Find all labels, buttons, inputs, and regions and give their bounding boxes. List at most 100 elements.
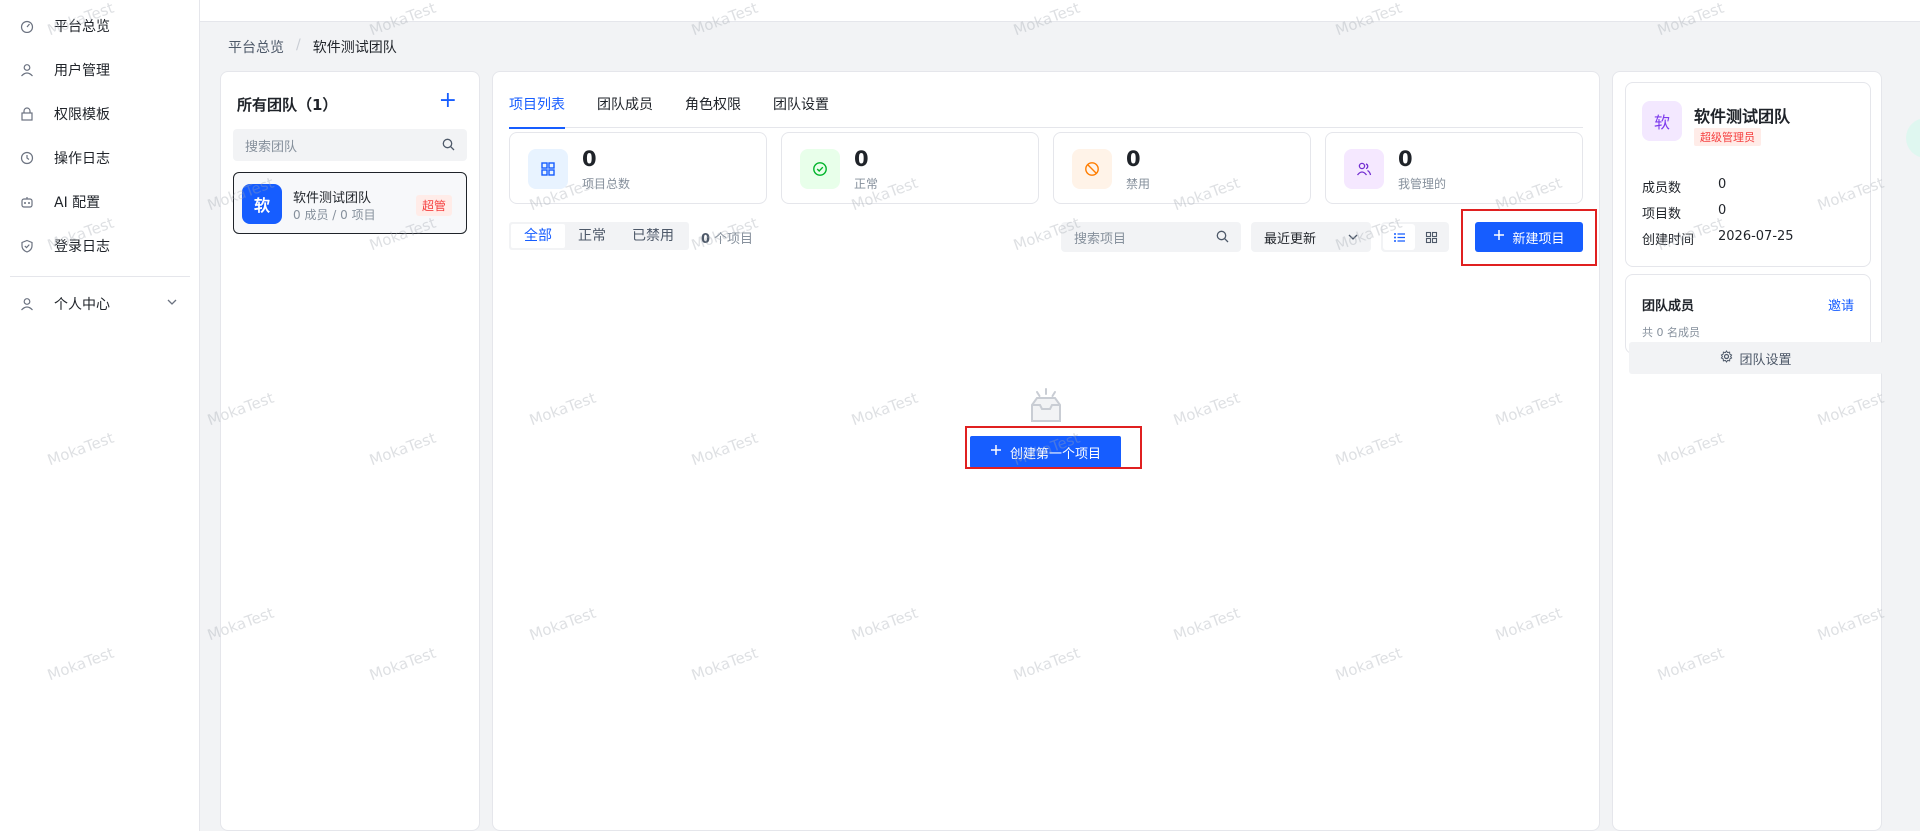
project-search-placeholder: 搜索项目 bbox=[1074, 231, 1127, 247]
search-icon bbox=[1216, 230, 1229, 247]
tab-role-permissions[interactable]: 角色权限 bbox=[685, 72, 741, 128]
sidebar-item-label: 平台总览 bbox=[54, 19, 110, 35]
stat-card-normal: 0 正常 bbox=[781, 132, 1039, 204]
history-icon bbox=[20, 151, 34, 165]
breadcrumb-current: 软件测试团队 bbox=[312, 40, 397, 56]
filter-disabled[interactable]: 已禁用 bbox=[619, 224, 687, 248]
team-info-panel: 软 软件测试团队 超级管理员 成员数 0 项目数 0 创建时间 2026-07-… bbox=[1612, 71, 1883, 831]
sidebar-item-label: 登录日志 bbox=[54, 239, 110, 255]
stat-card-managed: 0 我管理的 bbox=[1325, 132, 1583, 204]
invite-link[interactable]: 邀请 bbox=[1828, 295, 1854, 314]
grid-view-icon[interactable] bbox=[1415, 224, 1447, 250]
sidebar-item-label: 个人中心 bbox=[54, 297, 110, 313]
sort-select[interactable]: 最近更新 bbox=[1251, 222, 1371, 252]
tab-team-settings[interactable]: 团队设置 bbox=[773, 72, 829, 128]
project-count-unit: 个项目 bbox=[714, 232, 754, 247]
breadcrumb: 平台总览 / 软件测试团队 bbox=[228, 37, 397, 57]
field-value: 0 bbox=[1718, 177, 1727, 192]
teams-title: 所有团队（1） bbox=[237, 96, 338, 114]
field-value: 2026-07-25 bbox=[1718, 229, 1794, 244]
search-icon bbox=[442, 138, 455, 155]
team-list-item[interactable]: 软 软件测试团队 0 成员 / 0 项目 超管 bbox=[233, 172, 467, 234]
stat-label: 项目总数 bbox=[582, 177, 631, 191]
sidebar-item-permission-templates[interactable]: 权限模板 bbox=[0, 96, 200, 132]
role-badge: 超级管理员 bbox=[1694, 128, 1761, 146]
project-count: 0 个项目 bbox=[701, 228, 753, 247]
stat-value: 0 bbox=[854, 147, 869, 171]
robot-icon bbox=[20, 195, 34, 209]
floating-circle-button[interactable] bbox=[1906, 118, 1920, 158]
empty-inbox-icon bbox=[1024, 387, 1068, 431]
sidebar-item-operation-logs[interactable]: 操作日志 bbox=[0, 140, 200, 176]
dashboard-icon bbox=[20, 19, 34, 33]
projects-panel: 项目列表 团队成员 角色权限 团队设置 0 项目总数 0 正常 0 禁用 0 我… bbox=[492, 71, 1600, 831]
sidebar-item-label: 用户管理 bbox=[54, 63, 110, 79]
tab-project-list[interactable]: 项目列表 bbox=[509, 72, 565, 129]
shield-icon bbox=[20, 239, 34, 253]
stat-value: 0 bbox=[582, 147, 597, 171]
breadcrumb-root[interactable]: 平台总览 bbox=[228, 37, 284, 57]
field-key: 成员数 bbox=[1642, 181, 1682, 196]
check-circle-icon bbox=[800, 149, 840, 189]
stat-card-disabled: 0 禁用 bbox=[1053, 132, 1311, 204]
sidebar: 平台总览 用户管理 权限模板 操作日志 AI 配置 登录日志 个人中心 bbox=[0, 0, 200, 831]
teams-panel: 所有团队（1） + 搜索团队 软 软件测试团队 0 成员 / 0 项目 超管 bbox=[220, 71, 480, 831]
lock-icon bbox=[20, 107, 34, 121]
view-toggle bbox=[1381, 222, 1449, 252]
team-search-input[interactable]: 搜索团队 bbox=[233, 129, 467, 161]
stat-label: 正常 bbox=[854, 177, 879, 191]
sidebar-item-label: 操作日志 bbox=[54, 151, 110, 167]
field-key: 项目数 bbox=[1642, 207, 1682, 222]
members-title: 团队成员 bbox=[1642, 299, 1695, 314]
members-count: 共 0 名成员 bbox=[1642, 326, 1700, 339]
team-summary-card: 软 软件测试团队 超级管理员 成员数 0 项目数 0 创建时间 2026-07-… bbox=[1625, 82, 1871, 267]
sidebar-item-login-logs[interactable]: 登录日志 bbox=[0, 228, 200, 264]
team-role-badge: 超管 bbox=[415, 195, 452, 216]
sort-value: 最近更新 bbox=[1264, 231, 1317, 247]
stat-card-total: 0 项目总数 bbox=[509, 132, 767, 204]
team-avatar: 软 bbox=[1642, 101, 1682, 141]
chevron-down-icon[interactable] bbox=[166, 296, 178, 312]
top-bar bbox=[0, 0, 1920, 22]
user-icon bbox=[20, 63, 34, 77]
team-settings-label: 团队设置 bbox=[1739, 352, 1792, 368]
filter-all[interactable]: 全部 bbox=[511, 224, 565, 248]
project-count-value: 0 bbox=[701, 232, 711, 247]
sidebar-item-user-management[interactable]: 用户管理 bbox=[0, 52, 200, 88]
team-meta: 0 成员 / 0 项目 bbox=[293, 208, 376, 222]
gear-icon bbox=[1720, 349, 1733, 367]
sidebar-item-ai-config[interactable]: AI 配置 bbox=[0, 184, 200, 220]
grid-icon bbox=[528, 149, 568, 189]
project-search-input[interactable]: 搜索项目 bbox=[1061, 222, 1241, 252]
field-key: 创建时间 bbox=[1642, 233, 1695, 248]
sidebar-item-label: 权限模板 bbox=[54, 107, 110, 123]
tab-bar: 项目列表 团队成员 角色权限 团队设置 bbox=[509, 72, 1583, 129]
breadcrumb-separator: / bbox=[296, 37, 301, 53]
filter-normal[interactable]: 正常 bbox=[565, 224, 619, 248]
member-count-row: 成员数 0 bbox=[1642, 177, 1726, 196]
stat-value: 0 bbox=[1398, 147, 1413, 171]
team-settings-button[interactable]: 团队设置 bbox=[1629, 342, 1883, 374]
sidebar-item-platform-overview[interactable]: 平台总览 bbox=[0, 8, 200, 44]
team-avatar: 软 bbox=[242, 184, 282, 224]
team-name: 软件测试团队 bbox=[293, 191, 372, 206]
created-at-row: 创建时间 2026-07-25 bbox=[1642, 229, 1794, 248]
add-team-button[interactable]: + bbox=[439, 88, 457, 113]
team-search-placeholder: 搜索团队 bbox=[245, 139, 298, 155]
highlight-box bbox=[1461, 209, 1597, 266]
sidebar-item-personal-center[interactable]: 个人中心 bbox=[0, 286, 200, 322]
highlight-box bbox=[965, 426, 1142, 469]
stat-value: 0 bbox=[1126, 147, 1141, 171]
field-value: 0 bbox=[1718, 203, 1727, 218]
users-icon bbox=[1344, 149, 1384, 189]
team-name: 软件测试团队 bbox=[1694, 107, 1791, 126]
chevron-down-icon bbox=[1347, 231, 1359, 247]
tab-team-members[interactable]: 团队成员 bbox=[597, 72, 653, 128]
user-icon bbox=[20, 297, 34, 311]
list-view-icon[interactable] bbox=[1383, 224, 1415, 250]
status-filter-group: 全部 正常 已禁用 bbox=[509, 222, 689, 250]
sidebar-divider bbox=[10, 276, 190, 277]
stat-label: 禁用 bbox=[1126, 177, 1151, 191]
ban-icon bbox=[1072, 149, 1112, 189]
stat-label: 我管理的 bbox=[1398, 177, 1447, 191]
